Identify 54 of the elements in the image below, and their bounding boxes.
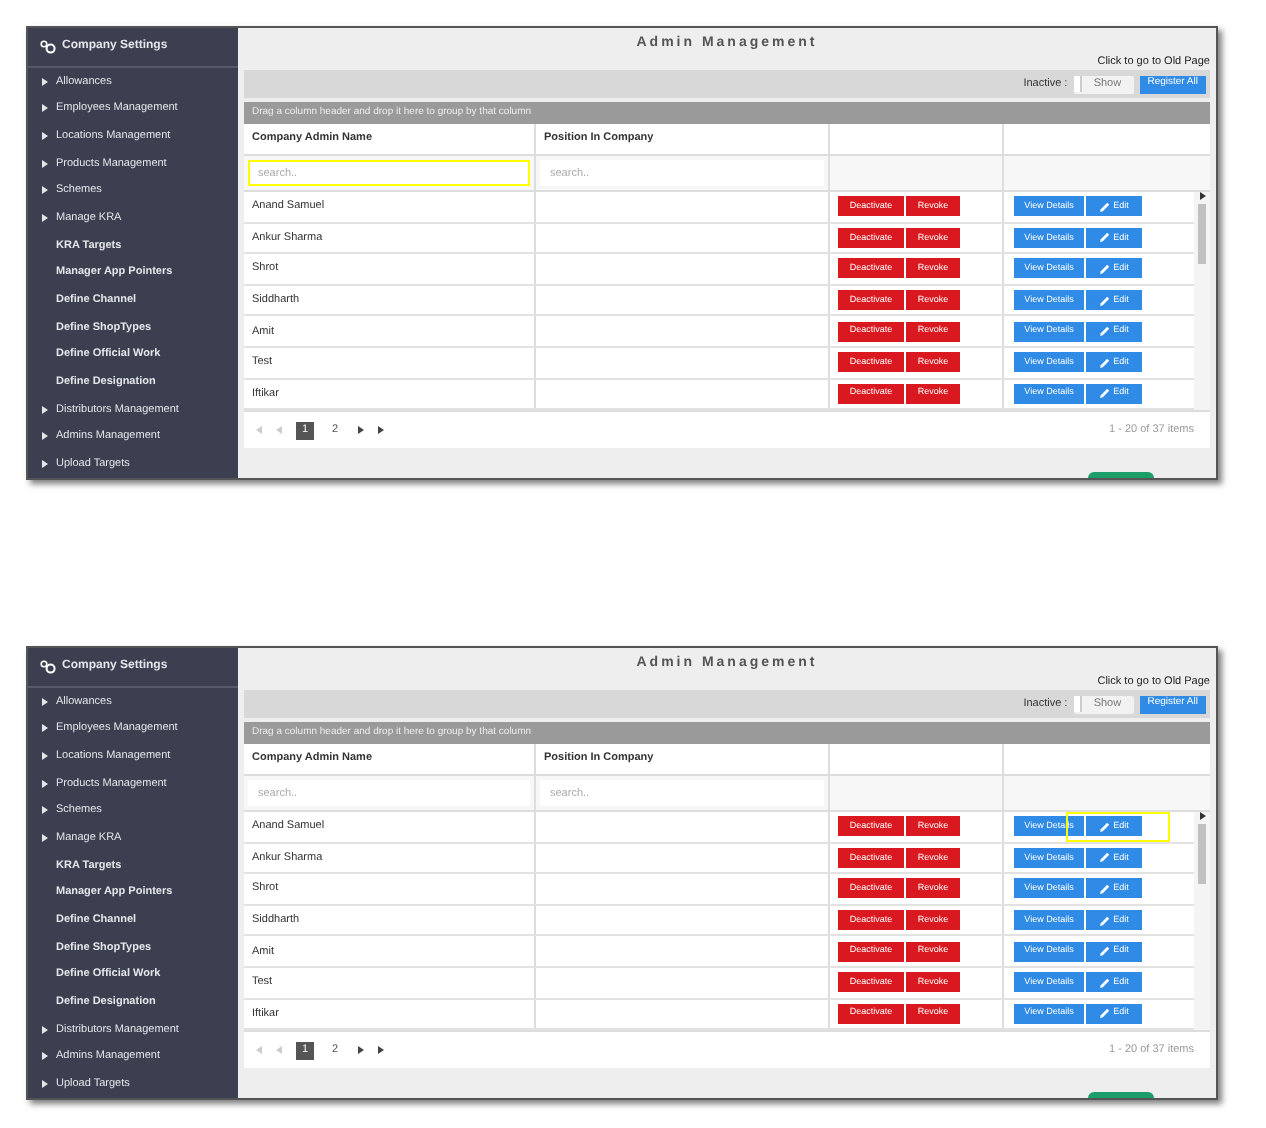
caret-right-icon bbox=[40, 104, 48, 113]
caret-right-icon bbox=[40, 834, 48, 843]
caret-right-icon bbox=[40, 405, 48, 414]
pencil-icon bbox=[1099, 946, 1110, 957]
caret-right-icon bbox=[356, 1046, 364, 1055]
caret-right-icon bbox=[40, 806, 48, 815]
pencil-icon bbox=[1099, 326, 1110, 337]
pencil-icon bbox=[1099, 1008, 1110, 1019]
scrollbar[interactable] bbox=[1194, 812, 1210, 1031]
caret-right-icon bbox=[40, 752, 48, 760]
scrollbar[interactable] bbox=[1194, 192, 1210, 411]
caret-left-icon bbox=[276, 426, 284, 435]
previous-page-icon[interactable] bbox=[276, 426, 284, 435]
pencil-icon bbox=[1099, 388, 1110, 399]
caret-right-icon bbox=[376, 426, 384, 435]
action-button[interactable] bbox=[1088, 472, 1154, 478]
first-page-icon[interactable] bbox=[256, 1046, 264, 1055]
pencil-icon bbox=[1099, 357, 1110, 368]
caret-right-icon bbox=[40, 779, 48, 788]
first-page-icon[interactable] bbox=[256, 426, 264, 435]
caret-right-icon bbox=[40, 77, 48, 86]
caret-right-icon bbox=[40, 1025, 48, 1034]
gears-icon bbox=[40, 659, 56, 674]
last-page-icon[interactable] bbox=[376, 426, 384, 435]
gears-icon bbox=[40, 39, 56, 54]
caret-left-icon bbox=[276, 1046, 284, 1055]
caret-left-icon bbox=[256, 1046, 264, 1055]
pencil-icon bbox=[1099, 821, 1110, 832]
pencil-icon bbox=[1099, 977, 1110, 988]
pencil-icon bbox=[1099, 201, 1110, 212]
action-button[interactable] bbox=[1088, 1092, 1154, 1098]
caret-right-icon bbox=[40, 1052, 48, 1061]
caret-right-icon bbox=[40, 214, 48, 223]
caret-right-icon bbox=[40, 460, 48, 469]
pencil-icon bbox=[1099, 232, 1110, 243]
last-page-icon[interactable] bbox=[376, 1046, 384, 1055]
next-page-icon[interactable] bbox=[356, 1046, 364, 1055]
caret-left-icon bbox=[256, 426, 264, 435]
caret-right-icon bbox=[40, 186, 48, 195]
caret-right-icon bbox=[40, 697, 48, 706]
pencil-icon bbox=[1099, 883, 1110, 894]
caret-right-icon bbox=[356, 426, 364, 435]
pencil-icon bbox=[1099, 263, 1110, 274]
caret-right-icon bbox=[40, 724, 48, 733]
pencil-icon bbox=[1099, 852, 1110, 863]
caret-right-icon bbox=[40, 432, 48, 441]
caret-right-icon bbox=[376, 1046, 384, 1055]
next-page-icon[interactable] bbox=[356, 426, 364, 435]
previous-page-icon[interactable] bbox=[276, 1046, 284, 1055]
pencil-icon bbox=[1099, 915, 1110, 926]
caret-right-icon bbox=[40, 1080, 48, 1089]
pencil-icon bbox=[1099, 295, 1110, 306]
caret-right-icon bbox=[40, 159, 48, 168]
caret-right-icon bbox=[40, 132, 48, 140]
